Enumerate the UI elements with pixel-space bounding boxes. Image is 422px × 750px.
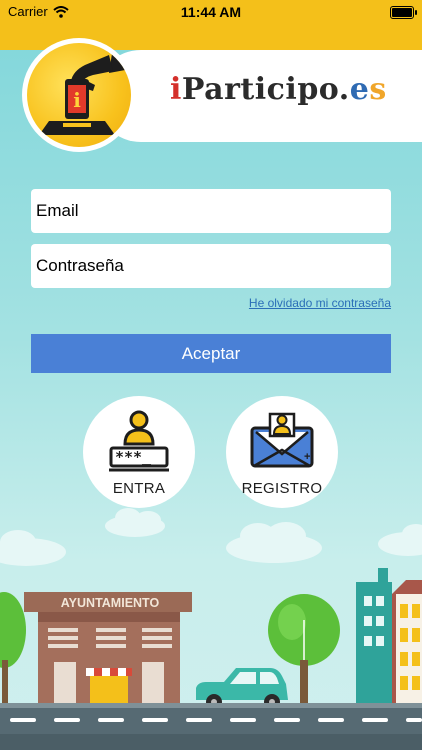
town-hall-sign: AYUNTAMIENTO xyxy=(61,596,160,610)
apartment-building xyxy=(356,568,422,706)
app-title: iParticipo.es xyxy=(170,72,387,107)
forgot-password-link[interactable]: He olvidado mi contraseña xyxy=(249,296,391,310)
app-title-e: e xyxy=(349,72,370,107)
battery-icon xyxy=(390,6,417,19)
login-screen: Carrier 11:44 AM iParticipo.es i Email C… xyxy=(0,0,422,750)
cloud-icon xyxy=(226,522,322,563)
svg-text:+: + xyxy=(304,451,310,463)
app-title-main: Participo. xyxy=(181,72,350,107)
app-title-s: s xyxy=(369,72,387,107)
status-bar: Carrier 11:44 AM xyxy=(0,0,422,24)
hand-voting-icon: i xyxy=(39,47,131,135)
cloud-icon xyxy=(105,508,165,537)
svg-text:i: i xyxy=(73,88,81,112)
accept-button[interactable]: Aceptar xyxy=(31,334,391,373)
login-label: ENTRA xyxy=(112,480,166,497)
status-time: 11:44 AM xyxy=(180,4,242,20)
login-button[interactable]: ***_ ENTRA xyxy=(83,396,195,508)
town-illustration: AYUNTAMIENTO xyxy=(0,508,422,750)
password-input[interactable] xyxy=(31,244,391,288)
svg-text:***_: ***_ xyxy=(115,448,152,466)
tree-icon xyxy=(0,592,26,706)
register-button[interactable]: + REGISTRO xyxy=(226,396,338,508)
register-label: REGISTRO xyxy=(241,480,323,497)
email-input[interactable] xyxy=(31,189,391,233)
cloud-icon xyxy=(0,530,66,566)
logo-image: i xyxy=(27,43,131,147)
cloud-icon xyxy=(378,524,422,556)
sidewalk xyxy=(0,703,422,708)
app-title-i: i xyxy=(170,72,182,107)
